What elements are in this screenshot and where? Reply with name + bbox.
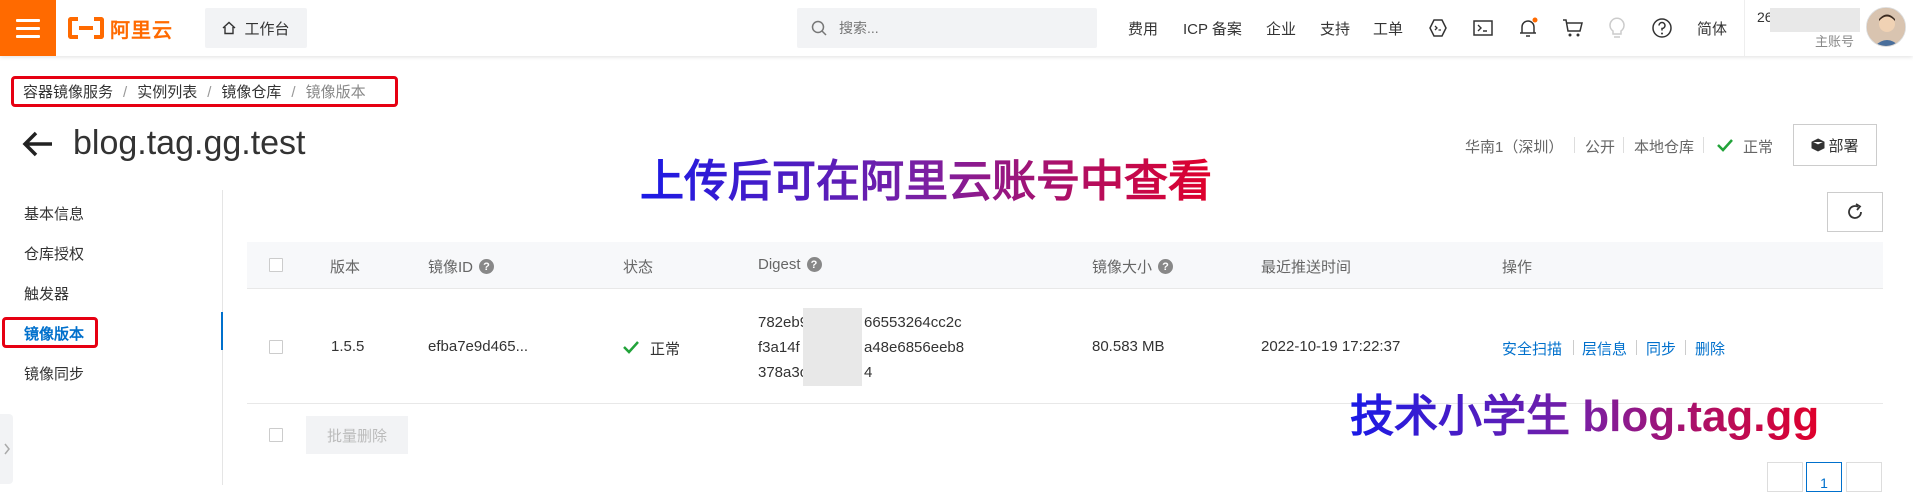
column-digest: Digest? bbox=[758, 256, 822, 273]
row-image-id: efba7e9d465... bbox=[428, 338, 529, 355]
aliyun-logo[interactable]: 阿里云 bbox=[68, 13, 173, 43]
repo-visibility: 公开 bbox=[1585, 139, 1616, 156]
action-divider bbox=[1685, 340, 1686, 355]
check-icon bbox=[623, 341, 639, 354]
select-all-checkbox[interactable] bbox=[269, 258, 283, 272]
repo-type: 本地仓库 bbox=[1634, 139, 1695, 156]
row-checkbox[interactable] bbox=[269, 340, 283, 354]
lightbulb-icon[interactable] bbox=[1606, 17, 1628, 39]
security-scan-link[interactable]: 安全扫描 bbox=[1502, 338, 1562, 359]
repo-region: 华南1（深圳） bbox=[1465, 139, 1564, 156]
deploy-button[interactable]: 部署 bbox=[1793, 124, 1877, 166]
column-actions: 操作 bbox=[1502, 259, 1533, 276]
layer-info-link[interactable]: 层信息 bbox=[1582, 338, 1627, 359]
logo-text: 阿里云 bbox=[110, 19, 173, 42]
menu-icon[interactable] bbox=[0, 0, 56, 56]
column-image-id: 镜像ID? bbox=[428, 256, 495, 277]
bell-icon[interactable] bbox=[1517, 17, 1539, 39]
annotation-top: 上传后可在阿里云账号中查看 bbox=[640, 145, 1212, 209]
batch-delete-button[interactable]: 批量删除 bbox=[306, 416, 408, 454]
header-divider bbox=[1744, 0, 1745, 56]
breadcrumb-item[interactable]: 实例列表 bbox=[137, 84, 197, 101]
digest-part: 4 bbox=[864, 364, 873, 381]
digest-part: 378a3c bbox=[758, 364, 808, 381]
help-icon[interactable] bbox=[1651, 17, 1673, 39]
search-icon bbox=[811, 20, 827, 36]
breadcrumb: 容器镜像服务 / 实例列表 / 镜像仓库 / 镜像版本 bbox=[23, 84, 366, 101]
column-size: 镜像大小? bbox=[1092, 256, 1174, 277]
chevron-right-icon bbox=[3, 443, 10, 455]
help-icon[interactable]: ? bbox=[806, 257, 822, 272]
terminal-icon[interactable] bbox=[1472, 17, 1494, 39]
refresh-button[interactable] bbox=[1827, 192, 1883, 232]
sidebar-item-image-sync[interactable]: 镜像同步 bbox=[24, 363, 84, 384]
back-arrow-icon[interactable] bbox=[22, 130, 54, 158]
aliyun-logo-icon bbox=[68, 17, 104, 39]
meta-divider bbox=[1703, 137, 1704, 153]
help-icon[interactable]: ? bbox=[479, 259, 495, 274]
delete-link[interactable]: 删除 bbox=[1695, 338, 1725, 359]
digest-part: a48e6856eeb8 bbox=[864, 339, 965, 356]
breadcrumb-item[interactable]: 镜像仓库 bbox=[221, 84, 281, 101]
table-divider bbox=[247, 288, 1883, 289]
cart-icon[interactable] bbox=[1562, 17, 1584, 39]
avatar[interactable] bbox=[1866, 7, 1906, 47]
sidebar-active-indicator bbox=[221, 312, 223, 350]
column-version: 版本 bbox=[330, 259, 361, 276]
digest-part: 782eb9 bbox=[758, 314, 809, 331]
sidebar-item-basic-info[interactable]: 基本信息 bbox=[24, 203, 84, 224]
action-divider bbox=[1573, 340, 1574, 355]
breadcrumb-current: 镜像版本 bbox=[305, 84, 366, 101]
pager-prev-button[interactable] bbox=[1767, 462, 1803, 492]
column-push-time: 最近推送时间 bbox=[1261, 259, 1352, 276]
breadcrumb-item[interactable]: 容器镜像服务 bbox=[23, 84, 113, 101]
help-icon[interactable]: ? bbox=[1158, 259, 1174, 274]
column-status: 状态 bbox=[623, 259, 654, 276]
repo-status: 正常 bbox=[1743, 139, 1774, 156]
nav-enterprise[interactable]: 企业 bbox=[1266, 18, 1296, 39]
deploy-label: 部署 bbox=[1828, 137, 1859, 155]
pager-next-button[interactable] bbox=[1846, 462, 1882, 492]
language-switch[interactable]: 简体 bbox=[1697, 18, 1727, 39]
search-input[interactable] bbox=[837, 19, 1077, 37]
workbench-button[interactable]: 工作台 bbox=[205, 8, 307, 48]
batch-select-checkbox[interactable] bbox=[269, 428, 283, 442]
sync-link[interactable]: 同步 bbox=[1646, 338, 1676, 359]
meta-divider bbox=[1574, 137, 1575, 153]
annotation-bottom: 技术小学生 blog.tag.gg bbox=[1350, 380, 1819, 444]
sidebar-collapse-handle[interactable] bbox=[0, 414, 13, 484]
meta-divider bbox=[1623, 137, 1624, 153]
sidebar-item-repo-auth[interactable]: 仓库授权 bbox=[24, 243, 84, 264]
action-divider bbox=[1636, 340, 1637, 355]
page-title: blog.tag.gg.test bbox=[73, 124, 306, 162]
nav-billing[interactable]: 费用 bbox=[1128, 18, 1158, 39]
workbench-label: 工作台 bbox=[244, 20, 290, 38]
sidebar-item-triggers[interactable]: 触发器 bbox=[24, 283, 69, 304]
nav-icp[interactable]: ICP 备案 bbox=[1183, 18, 1242, 39]
nav-ticket[interactable]: 工单 bbox=[1373, 18, 1403, 39]
sidebar-highlight bbox=[2, 317, 98, 348]
row-push-time: 2022-10-19 17:22:37 bbox=[1261, 338, 1401, 355]
pager-current-page[interactable]: 1 bbox=[1806, 462, 1842, 492]
top-bar: 阿里云 工作台 费用 ICP 备案 企业 支持 工单 简体 26 主账号 bbox=[0, 0, 1913, 56]
digest-part: 66553264cc2c bbox=[864, 314, 962, 331]
cloud-shell-icon[interactable] bbox=[1427, 17, 1449, 39]
search-box[interactable] bbox=[797, 8, 1097, 48]
home-icon bbox=[223, 21, 236, 35]
account-id-redacted bbox=[1770, 8, 1860, 32]
cube-icon bbox=[1811, 138, 1825, 152]
check-icon bbox=[1717, 139, 1733, 152]
refresh-icon bbox=[1848, 203, 1862, 219]
nav-support[interactable]: 支持 bbox=[1320, 18, 1350, 39]
account-type: 主账号 bbox=[1815, 34, 1855, 49]
row-size: 80.583 MB bbox=[1092, 338, 1165, 355]
digest-part: f3a14f bbox=[758, 339, 800, 356]
row-status: 正常 bbox=[650, 341, 681, 358]
row-version: 1.5.5 bbox=[331, 338, 365, 355]
digest-redacted bbox=[803, 308, 862, 386]
